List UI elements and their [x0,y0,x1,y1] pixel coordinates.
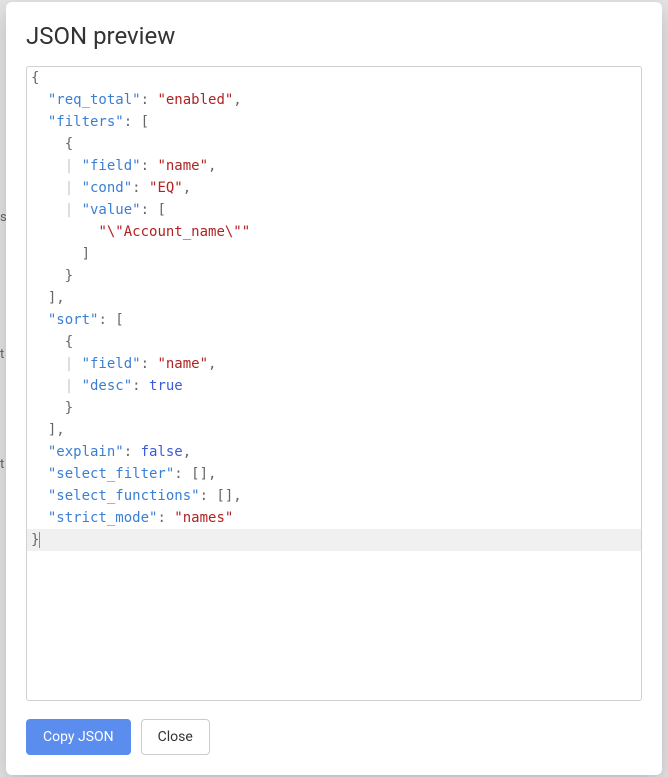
code-line[interactable]: ], [27,287,641,309]
code-line[interactable]: | "field": "name", [27,155,641,177]
code-line[interactable]: | "desc": true [27,375,641,397]
json-code-editor[interactable]: { "req_total": "enabled", "filters": [ {… [26,66,642,701]
code-line[interactable]: "select_functions": [], [27,485,641,507]
code-line[interactable]: { [27,331,641,353]
code-line[interactable]: } [27,397,641,419]
code-line[interactable]: ] [27,243,641,265]
code-line[interactable]: "\"Account_name\"" [27,221,641,243]
code-line[interactable]: { [27,133,641,155]
code-line[interactable]: | "cond": "EQ", [27,177,641,199]
code-line[interactable]: "sort": [ [27,309,641,331]
copy-json-button[interactable]: Copy JSON [26,719,131,755]
modal-title: JSON preview [26,22,642,50]
code-line[interactable]: "filters": [ [27,111,641,133]
code-line[interactable]: "req_total": "enabled", [27,89,641,111]
code-line[interactable]: "select_filter": [], [27,463,641,485]
code-line[interactable]: } [27,529,641,551]
code-line[interactable]: { [27,67,641,89]
json-preview-modal: JSON preview { "req_total": "enabled", "… [6,2,662,775]
bg-fragment: t [0,455,4,474]
code-line[interactable]: | "value": [ [27,199,641,221]
code-line[interactable]: "explain": false, [27,441,641,463]
code-line[interactable]: ], [27,419,641,441]
code-line[interactable]: "strict_mode": "names" [27,507,641,529]
code-line[interactable]: } [27,265,641,287]
code-line[interactable]: | "field": "name", [27,353,641,375]
bg-fragment: t [0,345,4,364]
modal-footer: Copy JSON Close [26,719,642,755]
close-button[interactable]: Close [141,719,210,755]
